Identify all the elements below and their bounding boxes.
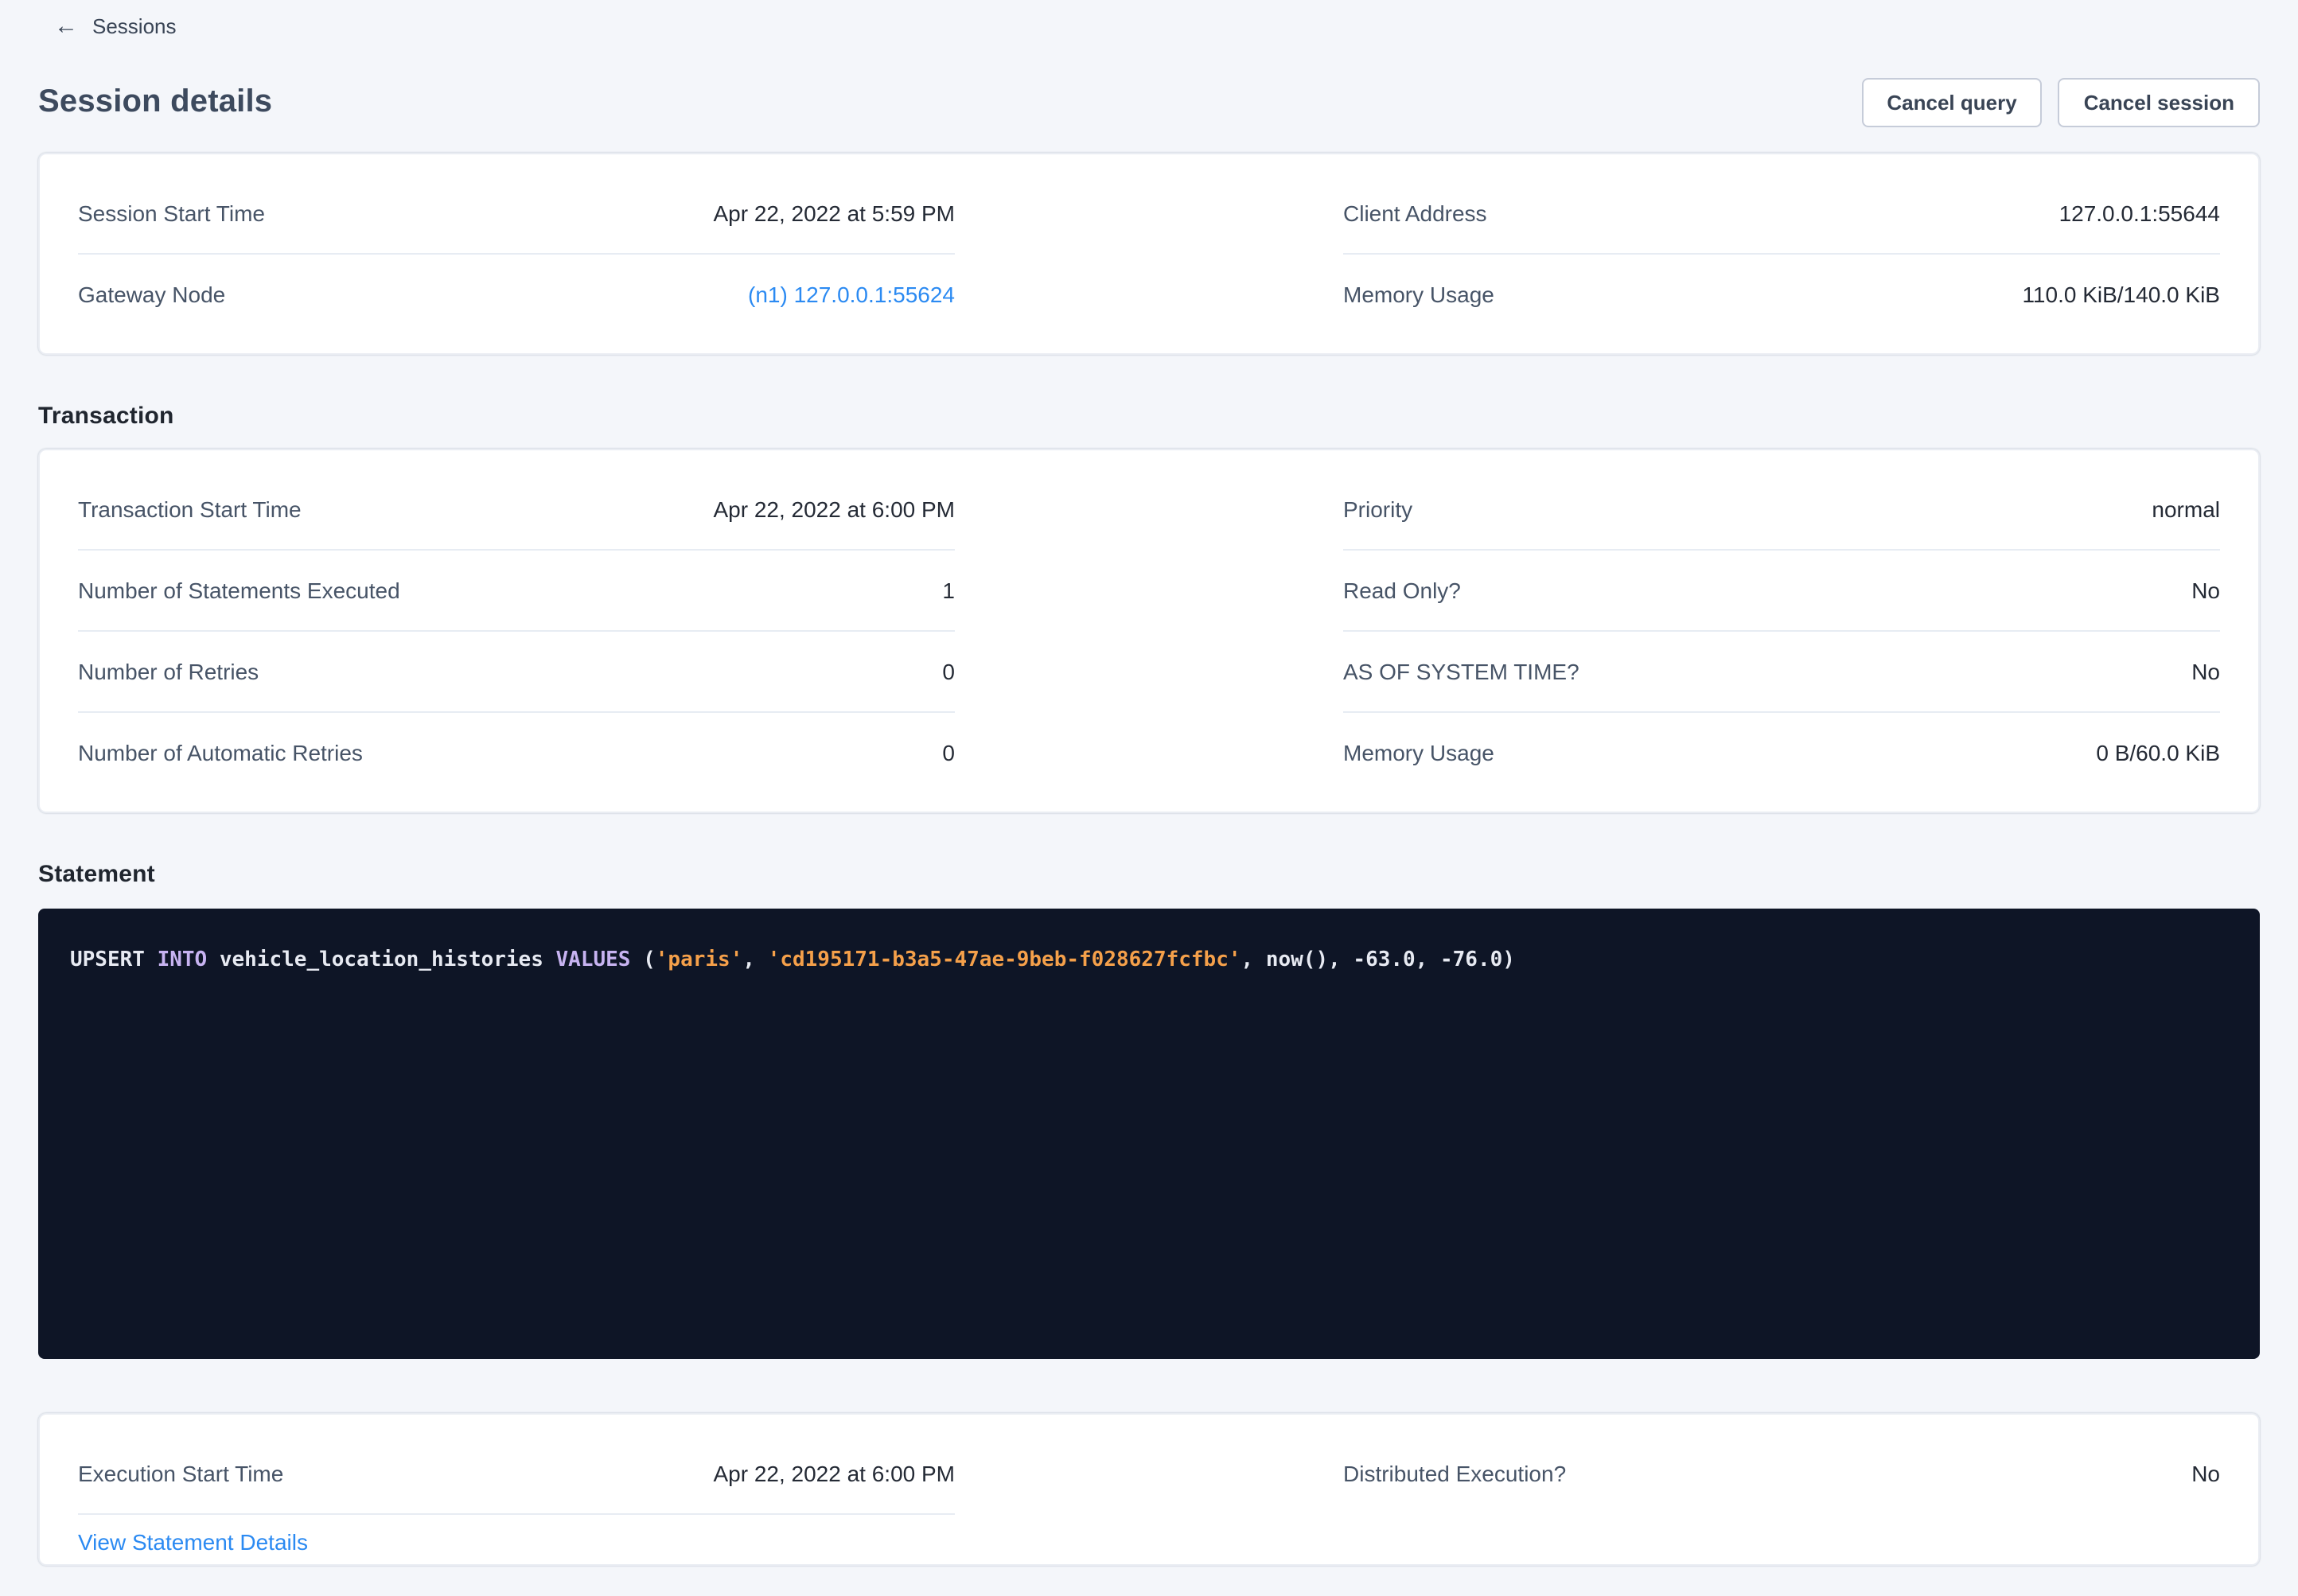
statements-executed-label: Number of Statements Executed xyxy=(78,578,400,603)
summary-row-automatic-retries: Number of Automatic Retries 0 xyxy=(78,713,955,792)
automatic-retries-label: Number of Automatic Retries xyxy=(78,740,363,765)
cancel-session-button[interactable]: Cancel session xyxy=(2058,77,2260,127)
client-address-label: Client Address xyxy=(1343,200,1487,226)
statements-executed-value: 1 xyxy=(942,578,955,603)
session-summary-left-column: Session Start Time Apr 22, 2022 at 5:59 P… xyxy=(78,173,955,334)
session-details-page: ← Sessions Session details Cancel query … xyxy=(0,0,2298,1596)
page-title: Session details xyxy=(38,84,272,120)
as-of-system-time-value: No xyxy=(2191,659,2220,684)
execution-right-column: Distributed Execution? No xyxy=(1343,1434,2220,1566)
read-only-label: Read Only? xyxy=(1343,578,1461,603)
summary-row-number-of-retries: Number of Retries 0 xyxy=(78,632,955,713)
back-label: Sessions xyxy=(92,14,177,38)
session-memory-usage-label: Memory Usage xyxy=(1343,282,1494,307)
summary-row-transaction-memory-usage: Memory Usage 0 B/60.0 KiB xyxy=(1343,713,2220,792)
priority-value: normal xyxy=(2152,496,2220,522)
sql-token-plain: , xyxy=(742,948,767,972)
summary-row-execution-start-time: Execution Start Time Apr 22, 2022 at 6:00… xyxy=(78,1434,955,1515)
statement-section-heading: Statement xyxy=(38,861,2260,888)
execution-start-time-label: Execution Start Time xyxy=(78,1461,283,1486)
summary-row-priority: Priority normal xyxy=(1343,469,2220,551)
automatic-retries-value: 0 xyxy=(942,740,955,765)
session-start-time-label: Session Start Time xyxy=(78,200,265,226)
session-summary-card: Session Start Time Apr 22, 2022 at 5:59 P… xyxy=(38,153,2260,355)
read-only-value: No xyxy=(2191,578,2220,603)
summary-row-session-start-time: Session Start Time Apr 22, 2022 at 5:59 P… xyxy=(78,173,955,255)
summary-row-gateway-node: Gateway Node (n1) 127.0.0.1:55624 xyxy=(78,255,955,334)
number-of-retries-label: Number of Retries xyxy=(78,659,259,684)
summary-row-as-of-system-time: AS OF SYSTEM TIME? No xyxy=(1343,632,2220,713)
transaction-right-column: PrioritynormalRead Only?NoAS OF SYSTEM T… xyxy=(1343,469,2220,792)
transaction-start-time-value: Apr 22, 2022 at 6:00 PM xyxy=(713,496,955,522)
session-memory-usage-value: 110.0 KiB/140.0 KiB xyxy=(2022,282,2220,307)
execution-summary-card: Execution Start Time Apr 22, 2022 at 6:00… xyxy=(38,1413,2260,1566)
transaction-start-time-label: Transaction Start Time xyxy=(78,496,302,522)
sql-token-plain: ( xyxy=(630,948,655,972)
summary-row-statements-executed: Number of Statements Executed 1 xyxy=(78,551,955,632)
page-header: Session details Cancel query Cancel sess… xyxy=(38,76,2260,127)
sql-token-keyword: VALUES xyxy=(556,948,631,972)
transaction-left-column: Transaction Start Time Apr 22, 2022 at 6:… xyxy=(78,469,955,792)
cancel-query-button[interactable]: Cancel query xyxy=(1861,77,2042,127)
session-summary-right-column: Client Address 127.0.0.1:55644 Memory Usag… xyxy=(1343,173,2220,334)
summary-row-session-memory-usage: Memory Usage 110.0 KiB/140.0 KiB xyxy=(1343,255,2220,334)
sql-token-plain: , now(), -63.0, -76.0) xyxy=(1241,948,1515,972)
gateway-node-label: Gateway Node xyxy=(78,282,225,307)
execution-start-time-value: Apr 22, 2022 at 6:00 PM xyxy=(713,1461,955,1486)
gateway-node-link[interactable]: (n1) 127.0.0.1:55624 xyxy=(748,282,955,307)
view-statement-details-link[interactable]: View Statement Details xyxy=(78,1529,308,1555)
summary-row-client-address: Client Address 127.0.0.1:55644 xyxy=(1343,173,2220,255)
transaction-section-heading: Transaction xyxy=(38,403,2260,430)
as-of-system-time-label: AS OF SYSTEM TIME? xyxy=(1343,659,1579,684)
distributed-execution-label: Distributed Execution? xyxy=(1343,1461,1566,1486)
transaction-memory-usage-label: Memory Usage xyxy=(1343,740,1494,765)
statement-sql: UPSERT INTO vehicle_location_histories V… xyxy=(70,948,1515,972)
number-of-retries-value: 0 xyxy=(942,659,955,684)
sql-token-string: 'cd195171-b3a5-47ae-9beb-f028627fcfbc' xyxy=(768,948,1241,972)
sql-token-string: 'paris' xyxy=(656,948,743,972)
distributed-execution-value: No xyxy=(2191,1461,2220,1486)
sql-token-keyword: INTO xyxy=(158,948,208,972)
statement-sql-box: UPSERT INTO vehicle_location_histories V… xyxy=(38,909,2260,1359)
back-arrow-icon: ← xyxy=(54,14,78,38)
transaction-memory-usage-value: 0 B/60.0 KiB xyxy=(2096,740,2220,765)
sql-token-plain: vehicle_location_histories xyxy=(207,948,555,972)
client-address-value: 127.0.0.1:55644 xyxy=(2059,200,2220,226)
sql-token-plain: UPSERT xyxy=(70,948,158,972)
summary-row-distributed-execution: Distributed Execution? No xyxy=(1343,1434,2220,1513)
back-to-sessions-link[interactable]: ← Sessions xyxy=(54,14,177,38)
header-actions: Cancel query Cancel session xyxy=(1861,77,2260,127)
execution-left-column: Execution Start Time Apr 22, 2022 at 6:00… xyxy=(78,1434,955,1566)
summary-row-read-only: Read Only? No xyxy=(1343,551,2220,632)
page-content: ← Sessions Session details Cancel query … xyxy=(0,0,2298,1566)
session-start-time-value: Apr 22, 2022 at 5:59 PM xyxy=(713,200,955,226)
summary-row-transaction-start-time: Transaction Start Time Apr 22, 2022 at 6:… xyxy=(78,469,955,551)
priority-label: Priority xyxy=(1343,496,1412,522)
transaction-summary-card: Transaction Start Time Apr 22, 2022 at 6:… xyxy=(38,449,2260,813)
